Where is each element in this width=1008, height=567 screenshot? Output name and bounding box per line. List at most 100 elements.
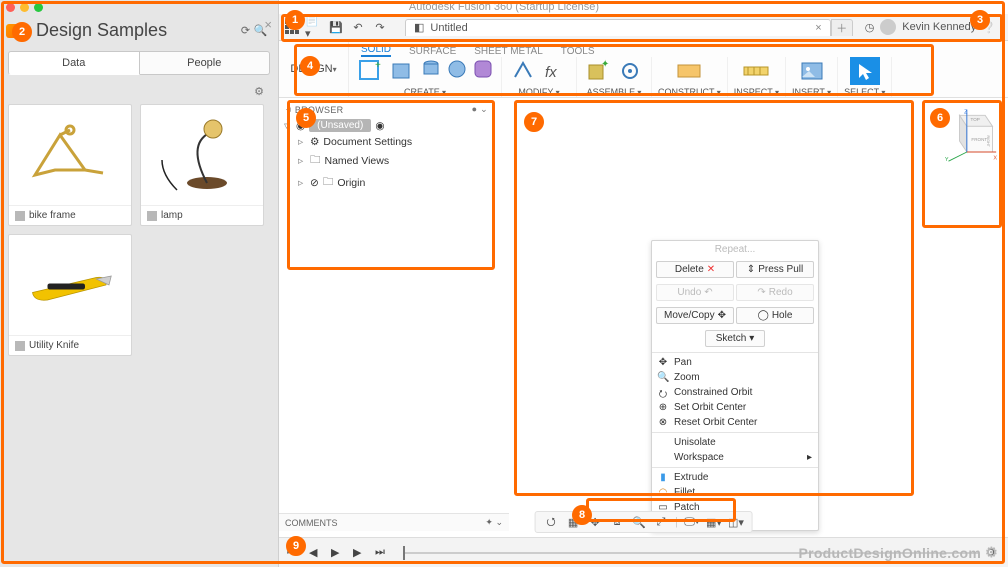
menu-pan[interactable]: ✥Pan — [652, 355, 818, 370]
minimize-window-icon[interactable] — [20, 3, 29, 12]
tab-people[interactable]: People — [140, 51, 271, 75]
timeline-end-icon[interactable]: ⏭ — [375, 546, 389, 560]
box-icon[interactable] — [387, 57, 417, 85]
timeline-prev-icon[interactable]: ◀ — [309, 546, 323, 560]
sample-bike-frame[interactable]: bike frame — [8, 104, 132, 226]
orbit-icon[interactable]: ⭯ — [543, 514, 559, 530]
radio-icon[interactable]: ◉ — [375, 120, 384, 132]
menu-delete[interactable]: Delete✕ — [656, 261, 734, 278]
menu-reset-orbit[interactable]: ⊗Reset Orbit Center — [652, 415, 818, 430]
select-icon[interactable] — [850, 57, 880, 85]
document-tab[interactable]: ◧ Untitled × — [405, 19, 831, 36]
new-tab-button[interactable]: ＋ — [831, 19, 853, 36]
ribbon-group-label[interactable]: CREATE — [404, 87, 446, 97]
sphere-icon[interactable] — [445, 57, 469, 81]
fx-icon[interactable]: fx — [540, 57, 570, 85]
close-tab-icon[interactable]: × — [815, 22, 821, 34]
comments-options-icon[interactable]: ✦ ⌄ — [485, 517, 503, 528]
display-settings-icon[interactable]: 🖵▾ — [684, 514, 700, 530]
ribbon-tab-tools[interactable]: TOOLS — [561, 46, 595, 57]
menu-hole[interactable]: ◯Hole — [736, 307, 814, 324]
file-menu-icon[interactable]: 📄▾ — [305, 18, 323, 36]
expand-icon[interactable]: ▹ — [298, 177, 306, 189]
timeline-next-icon[interactable]: ▶ — [353, 546, 367, 560]
window-controls[interactable] — [6, 3, 43, 12]
browser-options-icon[interactable]: ● ⌄ — [472, 104, 488, 115]
close-window-icon[interactable] — [6, 3, 15, 12]
delete-icon: ✕ — [707, 264, 715, 275]
app-title: Autodesk Fusion 360 (Startup License) — [0, 0, 1008, 14]
insert-icon[interactable] — [797, 57, 827, 85]
ribbon-group-label[interactable]: MODIFY — [518, 87, 559, 97]
undo-icon[interactable]: ↶ — [349, 18, 367, 36]
menu-sketch[interactable]: Sketch ▾ — [705, 330, 766, 347]
refresh-icon[interactable]: ⟳ — [238, 23, 253, 38]
move-icon: ✥ — [718, 310, 726, 321]
view-cube[interactable]: TOP FRONT RIGHT Z X Y — [943, 108, 998, 163]
presspull-icon: ⇕ — [747, 264, 755, 275]
tree-named-views[interactable]: ▹🗀Named Views — [282, 150, 492, 172]
expand-icon[interactable]: ▹ — [298, 136, 306, 148]
expand-icon[interactable]: ▹ — [298, 155, 306, 167]
menu-extrude[interactable]: ▮Extrude — [652, 470, 818, 485]
tree-doc-settings[interactable]: ▹⚙Document Settings — [282, 134, 492, 150]
redo-icon[interactable]: ↷ — [371, 18, 389, 36]
close-panel-icon[interactable]: × — [264, 17, 272, 32]
menu-move-copy[interactable]: Move/Copy✥ — [656, 307, 734, 324]
comments-bar[interactable]: COMMENTS ✦ ⌄ — [279, 513, 509, 531]
menu-press-pull[interactable]: ⇕Press Pull — [736, 261, 814, 278]
timeline-playhead[interactable] — [403, 546, 405, 560]
ribbon-tab-sheetmetal[interactable]: SHEET METAL — [474, 46, 543, 57]
ribbon-tab-surface[interactable]: SURFACE — [409, 46, 456, 57]
grid-settings-icon[interactable]: ▦▾ — [706, 514, 722, 530]
menu-constrained-orbit[interactable]: ⭮Constrained Orbit — [652, 385, 818, 400]
menu-workspace[interactable]: Workspace▸ — [652, 450, 818, 465]
expand-icon[interactable]: ▿ — [284, 120, 292, 132]
sample-lamp[interactable]: lamp — [140, 104, 264, 226]
timeline-play-icon[interactable]: ▶ — [331, 546, 345, 560]
canvas-region[interactable]: ◂ BROWSER ● ⌄ ▿ ◉ (Unsaved) ◉ ▹⚙Document… — [279, 98, 1008, 567]
ribbon-group-label[interactable]: CONSTRUCT — [658, 87, 721, 97]
sample-label: lamp — [161, 210, 183, 221]
menu-zoom[interactable]: 🔍Zoom — [652, 370, 818, 385]
plane-icon[interactable] — [674, 57, 704, 85]
zoom-window-icon[interactable]: ⧈ — [609, 514, 625, 530]
zoom-icon[interactable]: 🔍 — [631, 514, 647, 530]
maximize-window-icon[interactable] — [34, 3, 43, 12]
annotation-3: 3 — [970, 10, 990, 30]
annotation-7: 7 — [524, 112, 544, 132]
presspull-icon[interactable] — [508, 57, 538, 85]
menu-set-orbit[interactable]: ⊕Set Orbit Center — [652, 400, 818, 415]
form-icon[interactable] — [471, 57, 495, 81]
save-icon[interactable]: 💾 — [327, 18, 345, 36]
tab-data[interactable]: Data — [8, 51, 140, 75]
collapse-icon[interactable]: ◂ — [286, 104, 291, 115]
new-sketch-icon[interactable]: + — [355, 57, 385, 85]
menu-repeat[interactable]: Repeat... — [652, 241, 818, 258]
user-name[interactable]: Kevin Kennedy — [902, 21, 976, 33]
ribbon-group-label[interactable]: INSERT — [792, 87, 831, 97]
svg-text:X: X — [993, 155, 997, 161]
menu-unisolate[interactable]: Unisolate — [652, 435, 818, 450]
menu-fillet[interactable]: ◠Fillet — [652, 485, 818, 500]
ribbon-group-label[interactable]: ASSEMBLE — [587, 87, 642, 97]
gear-icon: ⚙ — [985, 544, 998, 561]
fit-icon[interactable]: ⤢ — [653, 514, 669, 530]
measure-icon[interactable] — [741, 57, 771, 85]
new-component-icon[interactable]: ✦ — [583, 57, 613, 85]
viewport-icon[interactable]: ◫▾ — [728, 514, 744, 530]
annotation-4: 4 — [300, 56, 320, 76]
sample-utility-knife[interactable]: Utility Knife — [8, 234, 132, 356]
ribbon-tab-solid[interactable]: SOLID — [361, 44, 391, 57]
tree-origin[interactable]: ▹⊘🗀Origin — [282, 172, 492, 194]
cylinder-icon[interactable] — [419, 57, 443, 81]
gear-icon[interactable]: ⚙ — [254, 86, 264, 98]
hidden-eye-icon[interactable]: ⊘ — [310, 177, 319, 189]
job-status-icon[interactable]: ◷ — [865, 21, 875, 34]
joint-icon[interactable] — [615, 57, 645, 85]
component-icon — [147, 211, 157, 221]
avatar[interactable] — [880, 19, 896, 35]
ribbon-group-label[interactable]: INSPECT — [734, 87, 779, 97]
ribbon-group-label[interactable]: SELECT — [844, 87, 885, 97]
ribbon-tabs: SOLID SURFACE SHEET METAL TOOLS — [349, 41, 1008, 57]
